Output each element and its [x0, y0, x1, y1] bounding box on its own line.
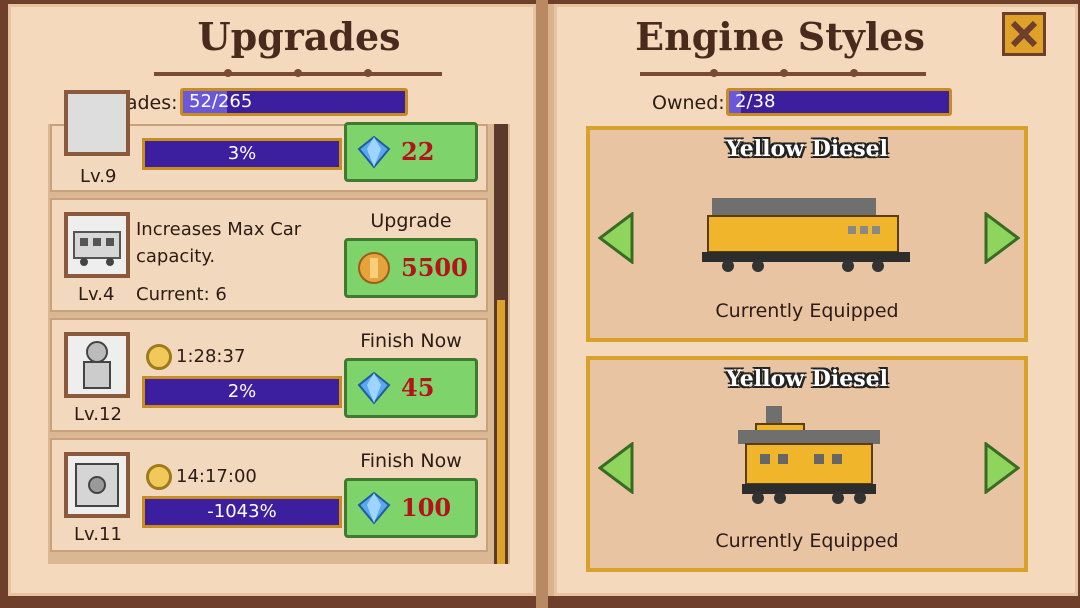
close-icon: [1010, 20, 1038, 48]
item-timer: 1:28:37: [176, 346, 246, 367]
book-spine: [536, 0, 548, 608]
yellow-diesel-locomotive-image: [702, 198, 910, 272]
timer-icon: [146, 344, 172, 370]
previous-style-arrow-icon[interactable]: [598, 442, 634, 494]
equipped-status: Currently Equipped: [715, 530, 899, 552]
cost-value: 100: [401, 493, 452, 522]
item-timer: 14:17:00: [176, 466, 257, 487]
upgrade-button-label: Upgrade: [370, 210, 452, 232]
engine-part-icon: [64, 332, 130, 398]
coin-icon: [358, 252, 390, 284]
item-description: Increases Max Car capacity.: [136, 219, 302, 267]
car-style-card: Yellow Diesel Currently Equipped: [586, 356, 1028, 572]
item-current: Current: 6: [136, 284, 227, 305]
upgrades-scroll-thumb[interactable]: [497, 300, 505, 564]
engine-styles-title-flourish: [640, 69, 926, 77]
owned-label: Owned:: [652, 92, 725, 114]
engine-styles-title: Engine Styles: [635, 14, 925, 59]
engine-style-name: Yellow Diesel: [726, 136, 888, 162]
gem-icon: [357, 135, 391, 169]
upgrades-counter-value: 52/265: [189, 91, 253, 112]
finish-now-button[interactable]: 100: [344, 478, 478, 538]
upgrades-title-flourish: [154, 69, 442, 77]
cost-value: 5500: [401, 253, 468, 282]
list-item: Lv.12 1:28:37 2% Finish Now 45: [50, 318, 488, 432]
next-style-arrow-icon[interactable]: [984, 442, 1020, 494]
item-progress: -1043%: [142, 496, 342, 528]
finish-now-label: Finish Now: [360, 330, 462, 352]
finish-now-button[interactable]: 45: [344, 358, 478, 418]
cost-value: 22: [401, 137, 435, 166]
gem-icon: [357, 491, 391, 525]
previous-style-arrow-icon[interactable]: [598, 212, 634, 264]
item-progress: 2%: [142, 376, 342, 408]
car-style-name: Yellow Diesel: [726, 366, 888, 392]
close-button[interactable]: [1002, 12, 1046, 56]
gem-icon: [357, 371, 391, 405]
item-icon: [64, 90, 130, 156]
cost-value: 45: [401, 373, 435, 402]
item-level: Lv.11: [74, 524, 122, 545]
next-style-arrow-icon[interactable]: [984, 212, 1020, 264]
list-item: Lv.9 3% 22: [50, 90, 488, 192]
item-progress: 3%: [142, 138, 342, 170]
list-item: Lv.11 14:17:00 -1043% Finish Now 100: [50, 438, 488, 552]
yellow-diesel-caboose-image: [738, 406, 880, 504]
timer-icon: [146, 464, 172, 490]
finish-now-button[interactable]: 22: [344, 122, 478, 182]
upgrades-title: Upgrades: [197, 14, 401, 59]
finish-now-label: Finish Now: [360, 450, 462, 472]
item-level: Lv.12: [74, 404, 122, 425]
item-level: Lv.4: [78, 284, 115, 305]
list-item: Increases Max Car capacity. Lv.4 Current…: [50, 198, 488, 312]
engine-style-card: Yellow Diesel Currently Equipped: [586, 126, 1028, 342]
upgrade-button[interactable]: 5500: [344, 238, 478, 298]
owned-value: 2/38: [735, 91, 776, 112]
upgrades-counter-bar: 52/265: [180, 88, 408, 116]
equipped-status: Currently Equipped: [715, 300, 899, 322]
train-car-icon: [64, 212, 130, 278]
owned-bar: 2/38: [726, 88, 952, 116]
safe-icon: [64, 452, 130, 518]
item-level: Lv.9: [80, 166, 117, 187]
